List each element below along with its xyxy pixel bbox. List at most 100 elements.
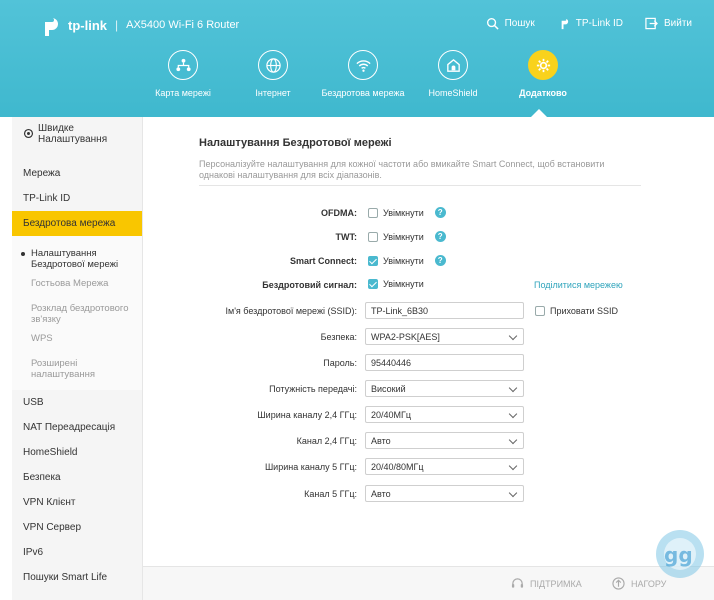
twt-text: Увімкнути [383, 231, 424, 242]
twt-help-icon[interactable]: ? [434, 231, 446, 242]
main-panel: Налаштування Бездротової мережі Персонал… [143, 117, 702, 566]
hide-ssid-checkbox[interactable] [535, 306, 545, 316]
search-link[interactable]: Пошук [486, 17, 535, 30]
width-5-select[interactable]: 20/40/80МГц [365, 458, 524, 475]
sidebar-item-vpn-server[interactable]: VPN Сервер [12, 515, 142, 540]
logo[interactable]: tp-link | AX5400 Wi-Fi 6 Router [36, 12, 239, 38]
channel-24-label: Канал 2,4 ГГц: [296, 436, 357, 446]
smart-connect-row: Увімкнути ? [368, 255, 446, 266]
nav-wireless-label: Бездротова мережа [321, 88, 405, 98]
headset-icon [511, 578, 524, 588]
ofdma-row: Увімкнути ? [368, 207, 446, 218]
ssid-label: Ім'я бездротової мережі (SSID): [225, 306, 357, 316]
smart-connect-checkbox[interactable] [368, 255, 378, 266]
tplink-id-icon [558, 18, 568, 30]
channel-5-select[interactable]: Авто [365, 485, 524, 502]
sidebar-subitem-wireless-schedule[interactable]: Розклад бездротового зв'язку [12, 299, 142, 329]
tplink-id-link[interactable]: TP-Link ID [557, 17, 623, 30]
smart-connect-help-icon[interactable]: ? [434, 255, 446, 266]
sidebar-subitem-guest-network[interactable]: Гостьова Мережа [12, 274, 142, 299]
sidebar-item-security[interactable]: Безпека [12, 465, 142, 490]
width-5-label: Ширина каналу 5 ГГц: [264, 462, 357, 472]
ssid-input[interactable]: TP-Link_6B30 [365, 302, 524, 319]
ofdma-checkbox[interactable] [368, 207, 378, 218]
tx-power-value: Високий [371, 383, 406, 394]
sidebar-subitem-wps[interactable]: WPS [12, 329, 142, 354]
nav-wireless[interactable]: Бездротова мережа [318, 50, 408, 98]
divider [199, 185, 641, 186]
brand-separator: | [115, 18, 119, 32]
sidebar-item-label: Бездротова мережа [23, 218, 116, 229]
main-nav: Карта мережі Інтернет Бездротова мережа … [138, 50, 588, 98]
sidebar-item-quick-setup[interactable]: Швидке Налаштування [12, 117, 142, 161]
search-icon [486, 17, 499, 30]
nav-advanced[interactable]: Додатково [498, 50, 588, 98]
sidebar-item-label: Пошуки Smart Life [23, 572, 108, 583]
wifi-icon [348, 50, 378, 80]
sidebar-submenu: Налаштування Бездротової мережі Гостьова… [12, 236, 142, 390]
globe-icon [258, 50, 288, 80]
security-label: Безпека: [320, 332, 357, 342]
chevron-down-icon [508, 409, 518, 419]
support-label: ПІДТРИМКА [530, 578, 582, 589]
smart-connect-text: Увімкнути [383, 255, 424, 266]
support-link[interactable]: ПІДТРИМКА [511, 577, 582, 590]
password-label: Пароль: [323, 358, 357, 368]
nav-network-map-label: Карта мережі [155, 88, 211, 98]
sidebar-item-homeshield[interactable]: HomeShield [12, 440, 142, 465]
sidebar-item-label: VPN Клієнт [23, 497, 76, 508]
width-24-value: 20/40МГц [371, 409, 412, 420]
password-input[interactable]: 95440446 [365, 354, 524, 371]
sidebar-item-tplink-id[interactable]: TP-Link ID [12, 186, 142, 211]
chevron-down-icon [508, 435, 518, 445]
twt-row: Увімкнути ? [368, 231, 446, 242]
security-select[interactable]: WPA2-PSK[AES] [365, 328, 524, 345]
width-24-select[interactable]: 20/40МГц [365, 406, 524, 423]
header-bar: tp-link | AX5400 Wi-Fi 6 Router Пошук TP… [0, 0, 714, 117]
sidebar-item-label: NAT Переадресація [23, 422, 116, 433]
page-description: Персоналізуйте налаштування для кожної ч… [199, 159, 605, 180]
page-title: Налаштування Бездротової мережі [199, 137, 392, 149]
sidebar-item-vpn-client[interactable]: VPN Клієнт [12, 490, 142, 515]
sidebar-item-label: VPN Сервер [23, 522, 82, 533]
sidebar-item-wireless[interactable]: Бездротова мережа [12, 211, 142, 236]
smart-connect-label: Smart Connect: [289, 256, 357, 266]
nav-homeshield-label: HomeShield [428, 88, 478, 98]
width-24-label: Ширина каналу 2,4 ГГц: [257, 410, 357, 420]
sidebar-item-label: IPv6 [23, 547, 44, 558]
sidebar-item-usb[interactable]: USB [12, 390, 142, 415]
sidebar-subitem-wireless-settings[interactable]: Налаштування Бездротової мережі [12, 244, 142, 274]
nav-homeshield[interactable]: HomeShield [408, 50, 498, 98]
broadcast-checkbox[interactable] [368, 279, 378, 289]
ofdma-help-icon[interactable]: ? [434, 207, 446, 218]
logout-link[interactable]: Вийти [645, 17, 692, 30]
sidebar-item-label: USB [23, 397, 44, 408]
search-label: Пошук [504, 18, 535, 29]
sidebar-item-ipv6[interactable]: IPv6 [12, 540, 142, 565]
tx-power-select[interactable]: Високий [365, 380, 524, 397]
nav-internet[interactable]: Інтернет [228, 50, 318, 98]
sidebar-subitem-advanced[interactable]: Розширені налаштування [12, 354, 142, 384]
hide-ssid-text: Приховати SSID [550, 306, 619, 316]
sidebar-item-network[interactable]: Мережа [12, 161, 142, 186]
twt-checkbox[interactable] [368, 231, 378, 242]
broadcast-row: Увімкнути [368, 279, 424, 289]
footer: ПІДТРИМКА НАГОРУ [143, 566, 714, 600]
nav-network-map[interactable]: Карта мережі [138, 50, 228, 98]
channel-5-label: Канал 5 ГГц: [304, 489, 357, 499]
watermark-logo: gg [656, 530, 704, 578]
logout-label: Вийти [663, 18, 692, 29]
sidebar-item-nat[interactable]: NAT Переадресація [12, 415, 142, 440]
chevron-down-icon [508, 331, 518, 341]
network-map-icon [168, 50, 198, 80]
share-network-link[interactable]: Поділитися мережею [534, 280, 623, 290]
tplink-id-label: TP-Link ID [575, 18, 623, 29]
chevron-down-icon [508, 461, 518, 471]
sidebar-item-smart-life[interactable]: Пошуки Smart Life [12, 565, 142, 590]
nav-active-pointer [531, 109, 547, 117]
tplink-logo-icon [41, 18, 58, 36]
sidebar: Швидке Налаштування Мережа TP-Link ID Бе… [12, 117, 143, 600]
sidebar-item-label: Швидке Налаштування [38, 123, 108, 145]
homeshield-icon [438, 50, 468, 80]
channel-24-select[interactable]: Авто [365, 432, 524, 449]
